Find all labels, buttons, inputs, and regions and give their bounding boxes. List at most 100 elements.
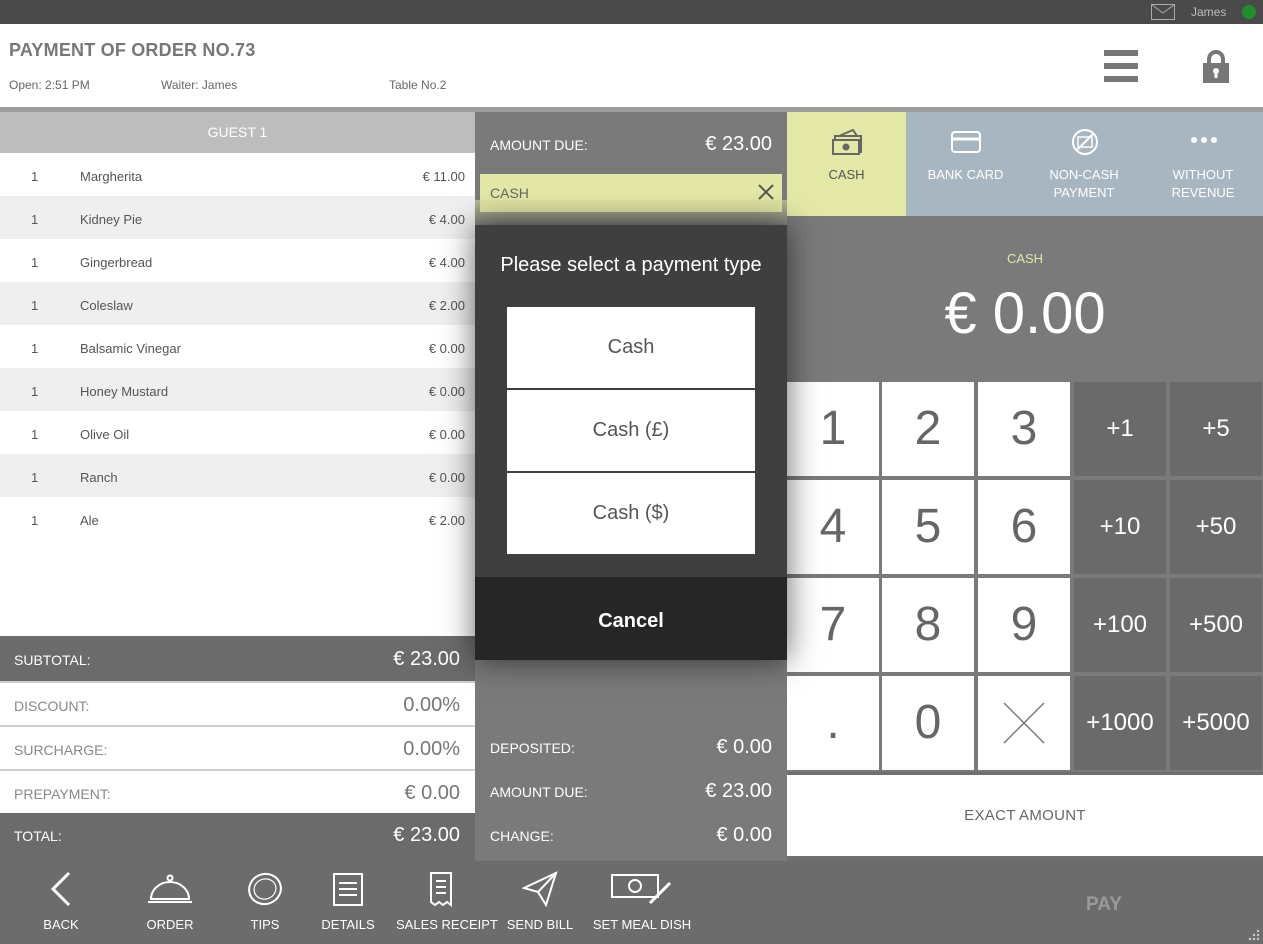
cloche-icon <box>148 874 192 903</box>
bottom-toolbar: BACK ORDER TIPS DETAILS SALES RECEIPT SE… <box>0 861 1263 944</box>
change-row: CHANGE: € 0.00 <box>490 824 772 846</box>
key-9[interactable]: 9 <box>978 578 1070 672</box>
key-plus-5000[interactable]: +5000 <box>1170 676 1262 770</box>
item-qty: 1 <box>31 341 39 356</box>
list-item[interactable]: 1 Olive Oil € 0.00 <box>0 411 475 454</box>
total-label: TOTAL: <box>14 828 62 844</box>
table-number: Table No.2 <box>389 78 447 92</box>
amount-value: € 0.00 <box>944 281 1106 346</box>
key-plus-5[interactable]: +5 <box>1170 382 1262 476</box>
dialog-title: Please select a payment type <box>500 254 762 276</box>
key-4[interactable]: 4 <box>787 480 879 574</box>
tab-label: CASH <box>828 167 865 182</box>
list-item[interactable]: 1 Honey Mustard € 0.00 <box>0 368 475 411</box>
amount-due-label: AMOUNT DUE: <box>490 784 588 800</box>
pay-button[interactable]: PAY <box>1086 894 1122 916</box>
list-item[interactable]: 1 Ale € 2.00 <box>0 497 475 540</box>
key-5[interactable]: 5 <box>882 480 974 574</box>
option-cash-gbp[interactable]: Cash (£) <box>507 390 755 471</box>
tab-non-cash-payment[interactable]: NON-CASH PAYMENT <box>1025 112 1144 216</box>
item-qty: 1 <box>31 298 39 313</box>
key-decimal[interactable]: . <box>787 676 879 770</box>
payment-type-dialog: Please select a payment type Cash Cash (… <box>475 225 787 660</box>
set-meal-dish-button[interactable]: SET MEAL DISH <box>592 861 692 944</box>
list-item[interactable]: 1 Ranch € 0.00 <box>0 454 475 497</box>
surcharge-value: 0.00% <box>403 738 460 760</box>
back-label: BACK <box>43 917 79 932</box>
item-price: € 2.00 <box>428 298 465 313</box>
menu-icon[interactable] <box>1104 50 1138 82</box>
key-plus-1000[interactable]: +1000 <box>1074 676 1166 770</box>
key-6[interactable]: 6 <box>978 480 1070 574</box>
amount-due-value: € 23.00 <box>705 133 772 155</box>
guest-header[interactable]: GUEST 1 <box>0 112 475 153</box>
prepayment-row[interactable]: PREPAYMENT: € 0.00 <box>0 769 475 813</box>
prepayment-value: € 0.00 <box>404 782 460 804</box>
subtotal-label: SUBTOTAL: <box>14 652 91 668</box>
key-clear[interactable] <box>978 676 1070 770</box>
key-plus-10[interactable]: +10 <box>1074 480 1166 574</box>
option-cash-usd[interactable]: Cash ($) <box>507 473 755 554</box>
amount-display: CASH € 0.00 <box>787 216 1263 382</box>
key-plus-500[interactable]: +500 <box>1170 578 1262 672</box>
discount-row[interactable]: DISCOUNT: 0.00% <box>0 681 475 725</box>
list-item[interactable]: 1 Margherita € 11.00 <box>0 153 475 196</box>
cancel-button[interactable]: Cancel <box>475 577 787 660</box>
tab-label: BANK CARD <box>927 167 1004 182</box>
key-2[interactable]: 2 <box>882 382 974 476</box>
amount-due-bottom-row: AMOUNT DUE: € 23.00 <box>490 780 772 802</box>
details-button[interactable]: DETAILS <box>318 861 378 944</box>
deposited-value: € 0.00 <box>716 736 772 758</box>
key-3[interactable]: 3 <box>978 382 1070 476</box>
option-cash[interactable]: Cash <box>507 307 755 388</box>
amount-due-row: AMOUNT DUE: € 23.00 <box>490 133 772 155</box>
mail-icon[interactable] <box>1151 4 1175 20</box>
key-1[interactable]: 1 <box>787 382 879 476</box>
key-8[interactable]: 8 <box>882 578 974 672</box>
amount-due-value: € 23.00 <box>705 780 772 802</box>
key-7[interactable]: 7 <box>787 578 879 672</box>
key-0[interactable]: 0 <box>882 676 974 770</box>
clear-icon <box>1003 702 1045 744</box>
list-item[interactable]: 1 Kidney Pie € 4.00 <box>0 196 475 239</box>
receipt-icon <box>430 872 452 907</box>
send-bill-button[interactable]: SEND BILL <box>505 861 575 944</box>
close-icon[interactable] <box>756 182 776 202</box>
open-time: Open: 2:51 PM <box>9 78 90 92</box>
change-label: CHANGE: <box>490 828 554 844</box>
item-qty: 1 <box>31 212 39 227</box>
key-plus-100[interactable]: +100 <box>1074 578 1166 672</box>
sales-receipt-button[interactable]: SALES RECEIPT <box>396 861 498 944</box>
cash-icon <box>832 128 862 155</box>
key-plus-1[interactable]: +1 <box>1074 382 1166 476</box>
page-title: PAYMENT OF ORDER NO.73 <box>9 40 256 60</box>
exact-amount-button[interactable]: EXACT AMOUNT <box>787 775 1263 856</box>
item-qty: 1 <box>31 255 39 270</box>
list-item[interactable]: 1 Gingerbread € 4.00 <box>0 239 475 282</box>
subtotal-row: SUBTOTAL: € 23.00 <box>0 637 475 681</box>
tab-bank-card[interactable]: BANK CARD <box>906 112 1025 216</box>
surcharge-row[interactable]: SURCHARGE: 0.00% <box>0 725 475 769</box>
tips-button[interactable]: TIPS <box>235 861 295 944</box>
list-item[interactable]: 1 Balsamic Vinegar € 0.00 <box>0 325 475 368</box>
amount-due-label: AMOUNT DUE: <box>490 137 588 153</box>
back-button[interactable]: BACK <box>31 861 91 944</box>
item-name: Kidney Pie <box>80 212 143 227</box>
key-plus-50[interactable]: +50 <box>1170 480 1262 574</box>
list-item[interactable]: 1 Coleslaw € 2.00 <box>0 282 475 325</box>
item-qty: 1 <box>31 384 39 399</box>
resize-grip-icon <box>1248 929 1260 941</box>
item-qty: 1 <box>31 470 39 485</box>
item-price: € 11.00 <box>422 169 465 184</box>
tab-without-revenue[interactable]: WITHOUT REVENUE <box>1144 112 1263 216</box>
surcharge-label: SURCHARGE: <box>14 742 108 758</box>
item-name: Coleslaw <box>80 298 133 313</box>
discount-value: 0.00% <box>403 694 460 716</box>
item-price: € 4.00 <box>428 255 465 270</box>
sales-receipt-label: SALES RECEIPT <box>396 917 498 932</box>
prepayment-label: PREPAYMENT: <box>14 786 111 802</box>
tab-cash[interactable]: CASH <box>787 112 906 216</box>
order-button[interactable]: ORDER <box>140 861 200 944</box>
lock-icon[interactable] <box>1202 49 1230 83</box>
payment-chip-label: CASH <box>490 185 529 201</box>
